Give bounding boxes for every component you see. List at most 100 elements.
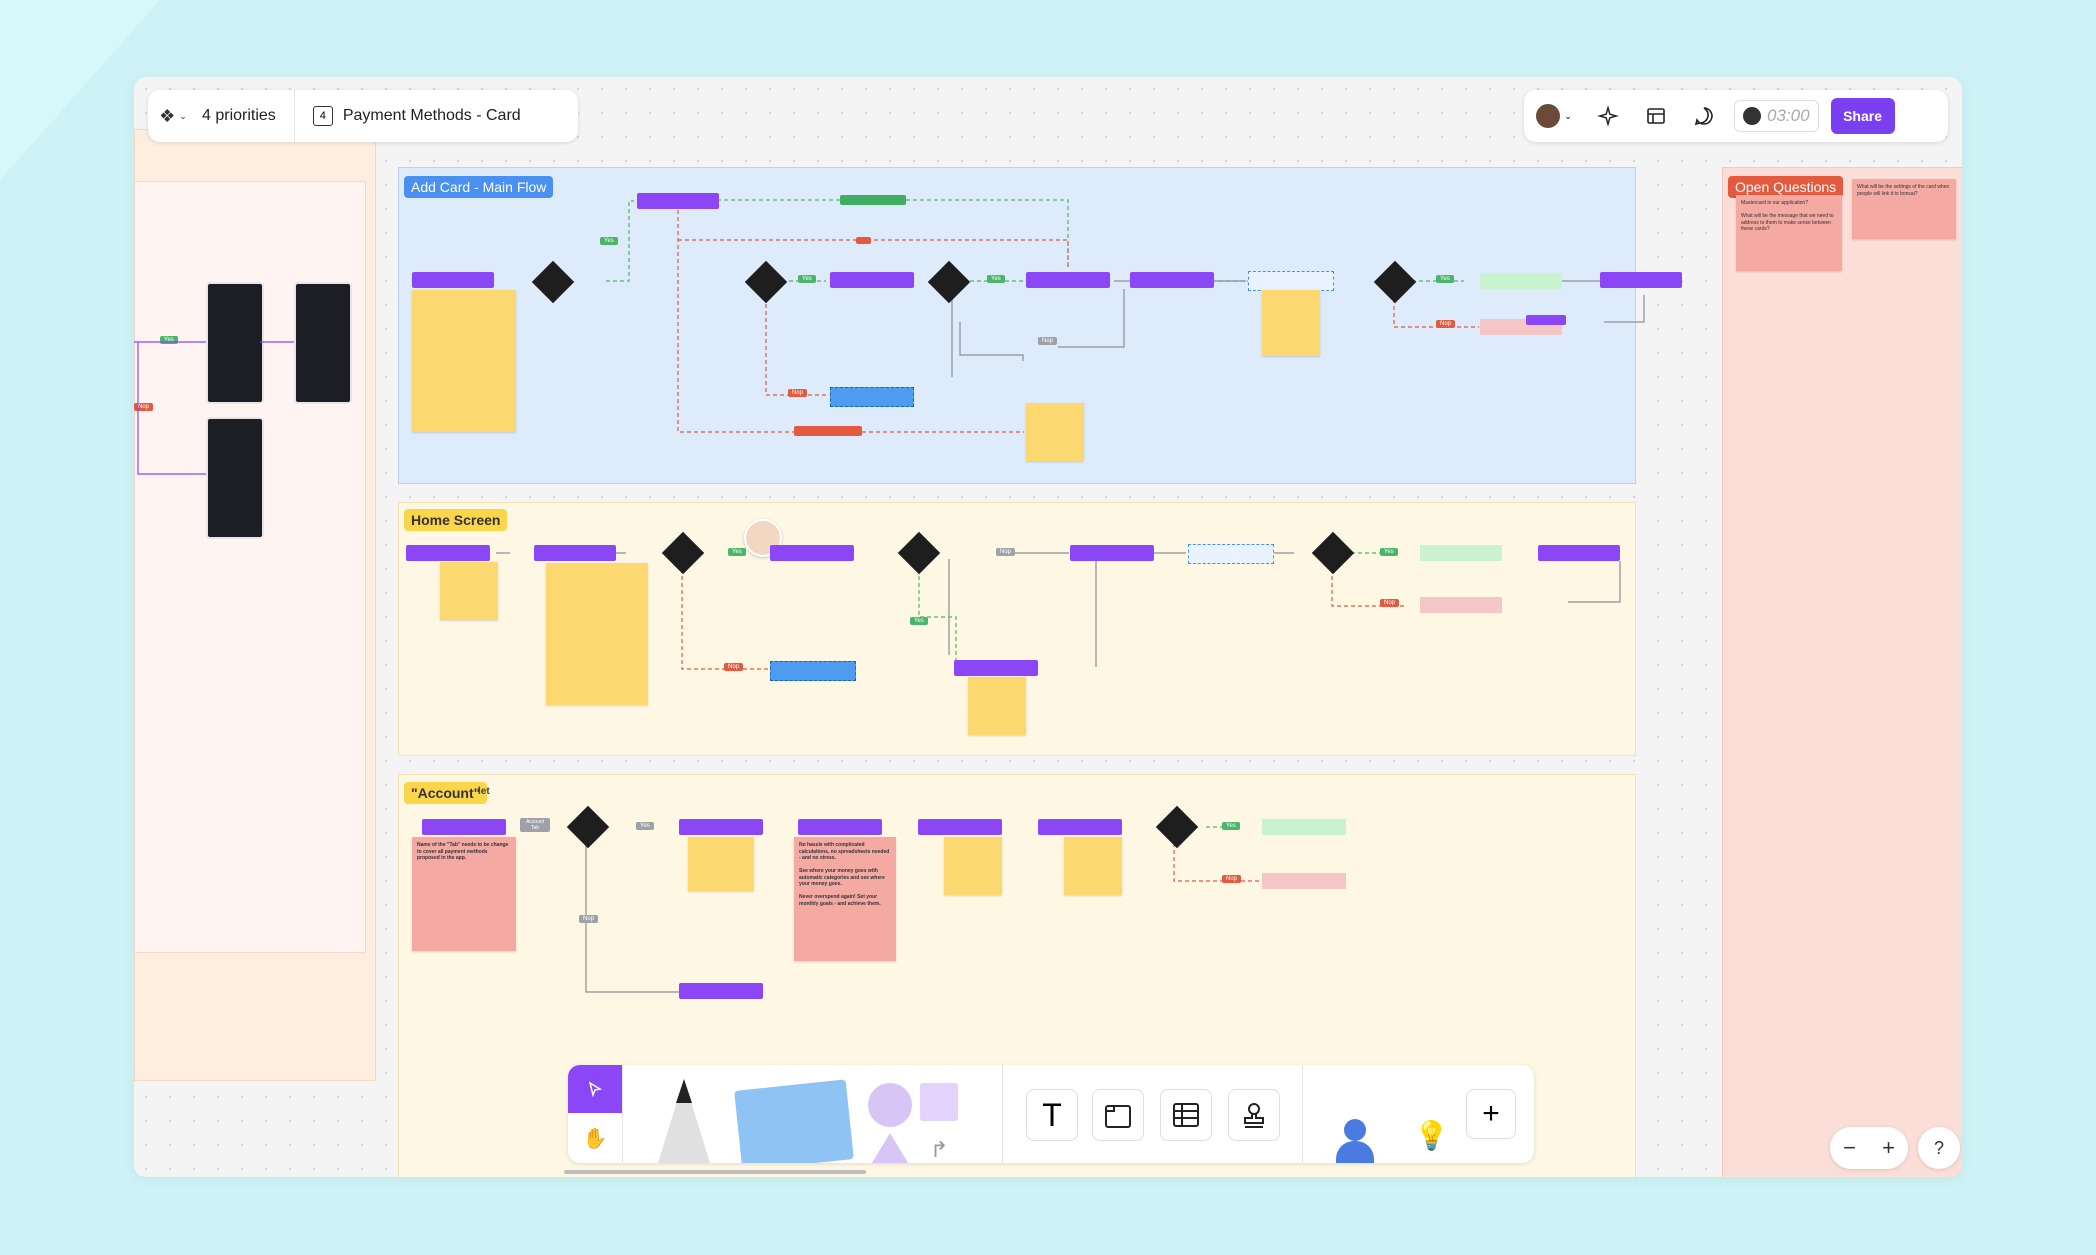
person-icon — [1344, 1119, 1366, 1141]
hand-tool[interactable]: ✋ — [568, 1113, 622, 1163]
person-body-icon — [1336, 1141, 1374, 1163]
flow-step[interactable] — [1026, 272, 1110, 288]
confirmation-step[interactable] — [1420, 545, 1502, 561]
help-icon: ? — [1933, 1137, 1944, 1158]
frame-icon — [1105, 1105, 1131, 1128]
pen-tip-icon — [676, 1079, 692, 1103]
confirmation-step[interactable] — [1262, 819, 1346, 835]
divider — [1302, 1065, 1303, 1163]
frame-tool[interactable] — [1092, 1089, 1144, 1141]
nop-tag: Nop — [1038, 337, 1058, 345]
card-scan-step[interactable] — [770, 661, 856, 681]
yes-tag: Yes — [1380, 548, 1398, 556]
flow-sticky[interactable] — [1262, 290, 1320, 356]
error-step[interactable] — [1420, 597, 1502, 613]
file-header: ❖ ⌄ 4 priorities 4 Payment Methods - Car… — [148, 90, 578, 142]
widget-tool[interactable]: 💡 — [1322, 1079, 1452, 1163]
comment-button[interactable] — [1680, 90, 1728, 142]
stamp-tool[interactable] — [1228, 1089, 1280, 1141]
timer-icon — [1743, 107, 1761, 125]
yes-tag: Yes — [987, 275, 1005, 283]
nop-tag: Nop — [724, 663, 744, 671]
text-icon: T — [1042, 1096, 1062, 1133]
page-icon: 4 — [312, 106, 333, 126]
priorities-label[interactable]: 4 priorities — [198, 107, 294, 125]
zoom-in-button[interactable]: + — [1882, 1135, 1895, 1161]
layout-button[interactable] — [1632, 90, 1680, 142]
flow-step[interactable] — [534, 545, 616, 561]
hand-icon: ✋ — [582, 1127, 608, 1150]
chevron-down-icon: ⌄ — [1564, 110, 1572, 121]
flow-step[interactable] — [954, 660, 1038, 676]
flow-sticky[interactable] — [1064, 837, 1122, 895]
nop-tag — [856, 237, 871, 244]
flow-step[interactable] — [637, 193, 719, 209]
flow-step[interactable] — [422, 819, 506, 835]
flow-step[interactable] — [918, 819, 1002, 835]
account-sticky[interactable]: Name of the "Tab" needs to be change to … — [412, 837, 516, 951]
nop-tag: Nop — [1222, 875, 1242, 883]
card-scan-step[interactable] — [830, 387, 914, 407]
timer-widget[interactable]: 03:00 — [1734, 100, 1819, 132]
yes-tag: Yes — [636, 822, 654, 830]
flow-step[interactable] — [406, 545, 490, 561]
pointer-icon — [588, 1081, 603, 1097]
flow-sticky[interactable] — [688, 837, 754, 891]
nop-tag: Nop — [579, 915, 599, 923]
flow-step[interactable] — [798, 819, 882, 835]
flow-step[interactable] — [830, 272, 914, 288]
flow-step[interactable] — [1538, 545, 1620, 561]
flow-sticky[interactable] — [412, 290, 516, 432]
add-tool[interactable]: + — [1466, 1089, 1516, 1139]
yes-tag: Yes — [910, 617, 928, 625]
flow-step[interactable] — [1600, 272, 1682, 288]
canvas-window[interactable]: Yes Nop Add Card - Main Flow Home Screen… — [134, 77, 1962, 1177]
flow-sticky[interactable] — [968, 677, 1026, 735]
flow-sticky[interactable] — [944, 837, 1002, 895]
stamp-icon — [1244, 1103, 1264, 1128]
flow-step[interactable] — [1526, 315, 1566, 325]
circle-shape-icon — [868, 1083, 912, 1127]
text-tool[interactable]: T — [1026, 1089, 1078, 1141]
yes-tag: Yes — [600, 237, 618, 245]
flow-step[interactable] — [1038, 819, 1122, 835]
flow-step[interactable] — [679, 819, 763, 835]
table-icon — [1173, 1103, 1199, 1127]
flow-step[interactable] — [679, 983, 763, 999]
marketing-sticky[interactable]: No hassle with complicated calculations,… — [794, 837, 896, 961]
top-right-toolbar: ⌄ 03:00 Share — [1524, 90, 1948, 142]
flow-step-placeholder[interactable] — [1188, 544, 1274, 564]
plus-icon: + — [1482, 1097, 1500, 1130]
zoom-out-button[interactable]: − — [1843, 1135, 1856, 1161]
flow-step-placeholder[interactable] — [1248, 271, 1334, 291]
user-menu[interactable]: ⌄ — [1524, 90, 1584, 142]
flow-step[interactable] — [770, 545, 854, 561]
flow-sticky[interactable] — [1026, 403, 1084, 461]
page-selector[interactable]: 4 Payment Methods - Card — [295, 106, 521, 126]
shapes-tool[interactable]: ↱ — [868, 1075, 978, 1163]
chevron-down-icon: ⌄ — [179, 110, 187, 121]
table-tool[interactable] — [1160, 1089, 1212, 1141]
pointer-tool[interactable] — [568, 1065, 622, 1113]
share-button[interactable]: Share — [1830, 98, 1895, 134]
flow-step[interactable] — [412, 272, 494, 288]
flow-step[interactable] — [840, 195, 906, 205]
confirmation-step[interactable] — [1480, 273, 1562, 289]
layout-icon — [1647, 108, 1665, 124]
ai-sparkle-button[interactable] — [1584, 90, 1632, 142]
flow-sticky[interactable] — [546, 563, 648, 705]
sticky-tool[interactable] — [734, 1079, 854, 1163]
divider — [1002, 1065, 1003, 1163]
nop-tag: Nop — [1380, 599, 1400, 607]
flow-sticky[interactable] — [440, 562, 498, 620]
error-tag — [794, 426, 862, 436]
flow-step[interactable] — [1130, 272, 1214, 288]
toolbar-scrollbar[interactable] — [564, 1170, 866, 1174]
help-button[interactable]: ? — [1918, 1127, 1960, 1169]
main-menu-button[interactable]: ❖ ⌄ — [148, 90, 198, 142]
triangle-shape-icon — [872, 1133, 908, 1163]
account-tab-tag: Account Tab — [520, 818, 550, 832]
flow-step[interactable] — [1070, 545, 1154, 561]
error-step[interactable] — [1262, 873, 1346, 889]
divider — [622, 1065, 623, 1163]
